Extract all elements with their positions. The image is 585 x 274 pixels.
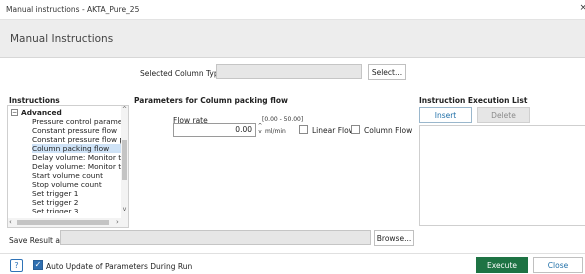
insert-button[interactable]: Insert [419, 107, 472, 123]
title-bar: Manual instructions - AKTA_Pure_25 × [0, 0, 585, 20]
parameters-heading: Parameters for Column packing flow [134, 96, 288, 105]
save-result-label: Save Result as [9, 236, 64, 245]
auto-update-label: Auto Update of Parameters During Run [46, 262, 193, 271]
scroll-left-icon[interactable]: ‹ [9, 218, 12, 227]
browse-button[interactable]: Browse... [374, 230, 414, 246]
tree-vertical-scrollbar[interactable]: ^ v [121, 106, 128, 218]
tree-item[interactable]: Constant pressure flow [32, 126, 124, 135]
linear-flow-label: Linear Flow [312, 126, 355, 135]
column-flow-checkbox[interactable] [351, 125, 360, 134]
flow-rate-spinner[interactable]: ^ v [257, 123, 263, 137]
auto-update-checkbox[interactable]: ✓ [33, 260, 43, 270]
tree-item[interactable]: Delay volume: Monitor to fraction [32, 162, 124, 171]
tree-horizontal-scrollbar[interactable]: ‹ › [8, 218, 128, 227]
scroll-up-icon[interactable]: ^ [121, 106, 128, 113]
flow-rate-input[interactable]: 0.00 [173, 123, 256, 137]
tree-item[interactable]: Start volume count [32, 171, 124, 180]
help-icon[interactable]: ? [10, 259, 23, 272]
page-title: Manual Instructions [10, 33, 114, 45]
scroll-thumb[interactable] [122, 140, 127, 180]
dialog-header: Manual Instructions [0, 20, 585, 58]
tree-item[interactable]: Set trigger 3 [32, 207, 124, 213]
execute-button[interactable]: Execute [476, 257, 528, 273]
execution-list[interactable] [419, 125, 585, 226]
select-column-button[interactable]: Select... [368, 64, 406, 80]
linear-flow-checkbox[interactable] [299, 125, 308, 134]
tree-item[interactable]: Pressure control parameters [32, 117, 124, 126]
instructions-tree[interactable]: −Advanced Pressure control parameters Co… [7, 105, 129, 228]
tree-group-advanced[interactable]: − Advanced [11, 108, 62, 117]
save-result-field[interactable] [60, 230, 371, 245]
window-title: Manual instructions - AKTA_Pure_25 [6, 5, 140, 14]
scroll-down-icon[interactable]: v [121, 206, 128, 213]
selected-column-type-label: Selected Column Type [140, 69, 224, 78]
selected-column-type-field[interactable] [216, 64, 362, 79]
delete-button[interactable]: Delete [477, 107, 530, 123]
scroll-thumb[interactable] [17, 220, 109, 225]
instructions-heading: Instructions [9, 96, 60, 105]
flow-rate-unit: ml/min [265, 128, 286, 135]
tree-item[interactable]: Delay volume: Monitor to outlet [32, 153, 124, 162]
tree-item[interactable]: Set trigger 1 [32, 189, 124, 198]
tree-group-label: Advanced [21, 108, 62, 117]
tree-item[interactable]: Constant pressure flow parameters [32, 135, 124, 144]
tree-item[interactable]: Stop volume count [32, 180, 124, 189]
close-icon[interactable]: × [579, 3, 585, 13]
close-button[interactable]: Close [533, 257, 583, 273]
tree-item[interactable]: Set trigger 2 [32, 198, 124, 207]
flow-rate-range: [0.00 - 50.00] [262, 116, 304, 123]
tree-item-selected[interactable]: Column packing flow [32, 144, 124, 153]
scroll-right-icon[interactable]: › [116, 218, 119, 227]
spin-down-icon[interactable]: v [257, 129, 263, 135]
column-flow-label: Column Flow [364, 126, 413, 135]
execution-list-heading: Instruction Execution List [419, 96, 528, 105]
collapse-icon[interactable]: − [11, 109, 18, 116]
